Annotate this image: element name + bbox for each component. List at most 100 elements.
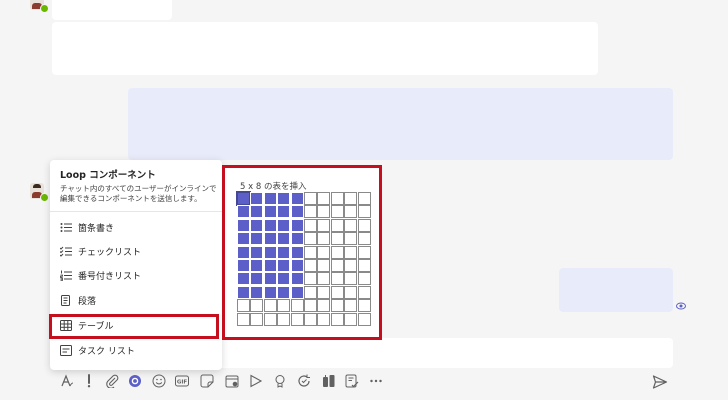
grid-cell[interactable]	[344, 245, 358, 259]
grid-cell[interactable]	[277, 245, 291, 259]
grid-cell[interactable]	[250, 285, 264, 299]
menu-item-paragraph[interactable]: 段落	[50, 288, 222, 313]
approvals-icon[interactable]	[345, 374, 359, 388]
grid-cell[interactable]	[277, 312, 291, 326]
update-icon[interactable]	[297, 374, 311, 388]
grid-cell[interactable]	[357, 232, 371, 246]
grid-cell[interactable]	[290, 272, 304, 286]
emoji-icon[interactable]	[152, 374, 166, 388]
grid-cell[interactable]	[344, 218, 358, 232]
grid-cell[interactable]	[250, 272, 264, 286]
praise-icon[interactable]	[273, 374, 287, 388]
grid-cell[interactable]	[237, 245, 250, 259]
grid-cell[interactable]	[263, 232, 277, 246]
grid-cell[interactable]	[263, 312, 277, 326]
attach-icon[interactable]	[105, 374, 119, 388]
grid-cell[interactable]	[237, 205, 250, 219]
grid-cell[interactable]	[237, 285, 250, 299]
grid-cell[interactable]	[277, 272, 291, 286]
grid-cell[interactable]	[304, 285, 317, 299]
grid-cell[interactable]	[344, 259, 358, 272]
menu-item-checklist[interactable]: チェックリスト	[50, 239, 222, 264]
grid-cell[interactable]	[344, 285, 358, 299]
grid-cell[interactable]	[290, 285, 304, 299]
grid-cell[interactable]	[237, 232, 250, 246]
grid-cell[interactable]	[304, 232, 317, 246]
grid-cell[interactable]	[277, 299, 291, 313]
grid-cell[interactable]	[237, 312, 250, 326]
send-icon[interactable]	[652, 374, 668, 390]
grid-cell[interactable]	[330, 205, 344, 219]
grid-cell[interactable]	[344, 205, 358, 219]
grid-cell[interactable]	[237, 218, 250, 232]
grid-cell[interactable]	[290, 218, 304, 232]
grid-cell[interactable]	[357, 285, 371, 299]
grid-cell[interactable]	[330, 285, 344, 299]
grid-cell[interactable]	[357, 245, 371, 259]
grid-cell[interactable]	[357, 218, 371, 232]
grid-cell[interactable]	[277, 192, 291, 205]
grid-cell[interactable]	[344, 299, 358, 313]
stream-icon[interactable]	[249, 374, 263, 388]
grid-cell[interactable]	[250, 218, 264, 232]
grid-cell[interactable]	[263, 192, 277, 205]
grid-cell[interactable]	[237, 272, 250, 286]
grid-cell[interactable]	[330, 259, 344, 272]
grid-cell[interactable]	[317, 299, 331, 313]
grid-cell[interactable]	[250, 312, 264, 326]
sticker-icon[interactable]	[200, 374, 214, 388]
format-icon[interactable]	[60, 374, 74, 388]
grid-cell[interactable]	[344, 232, 358, 246]
grid-cell[interactable]	[290, 245, 304, 259]
grid-cell[interactable]	[304, 218, 317, 232]
grid-cell[interactable]	[357, 312, 371, 326]
grid-cell[interactable]	[250, 205, 264, 219]
grid-cell[interactable]	[277, 259, 291, 272]
schedule-meeting-icon[interactable]	[225, 374, 239, 388]
menu-item-task-list[interactable]: タスク リスト	[50, 338, 222, 363]
grid-cell[interactable]	[250, 232, 264, 246]
grid-cell[interactable]	[317, 232, 331, 246]
grid-cell[interactable]	[263, 299, 277, 313]
grid-cell[interactable]	[250, 259, 264, 272]
grid-cell[interactable]	[317, 312, 331, 326]
grid-cell[interactable]	[237, 299, 250, 313]
grid-cell[interactable]	[277, 285, 291, 299]
grid-cell[interactable]	[330, 299, 344, 313]
grid-cell[interactable]	[290, 205, 304, 219]
grid-cell[interactable]	[304, 245, 317, 259]
grid-cell[interactable]	[317, 259, 331, 272]
grid-cell[interactable]	[277, 232, 291, 246]
grid-cell[interactable]	[317, 285, 331, 299]
grid-cell[interactable]	[290, 192, 304, 205]
grid-cell[interactable]	[250, 192, 264, 205]
priority-icon[interactable]	[82, 374, 96, 388]
gif-icon[interactable]: GIF	[175, 374, 189, 388]
grid-cell[interactable]	[317, 218, 331, 232]
grid-cell[interactable]	[357, 299, 371, 313]
grid-cell[interactable]	[250, 299, 264, 313]
grid-cell[interactable]	[290, 312, 304, 326]
grid-cell[interactable]	[263, 272, 277, 286]
grid-cell[interactable]	[304, 272, 317, 286]
grid-cell[interactable]	[357, 192, 371, 205]
menu-item-bulleted-list[interactable]: 箇条書き	[50, 215, 222, 240]
grid-cell[interactable]	[290, 259, 304, 272]
grid-cell[interactable]	[304, 192, 317, 205]
grid-cell[interactable]	[277, 218, 291, 232]
grid-cell[interactable]	[344, 272, 358, 286]
apps-icon[interactable]	[322, 374, 336, 388]
grid-cell[interactable]	[263, 245, 277, 259]
grid-cell[interactable]	[317, 245, 331, 259]
grid-cell[interactable]	[330, 232, 344, 246]
grid-cell[interactable]	[317, 272, 331, 286]
menu-item-numbered-list[interactable]: 番号付きリスト	[50, 263, 222, 288]
grid-cell[interactable]	[330, 218, 344, 232]
grid-cell[interactable]	[304, 312, 317, 326]
grid-cell[interactable]	[304, 259, 317, 272]
grid-cell[interactable]	[263, 259, 277, 272]
grid-cell[interactable]	[304, 205, 317, 219]
grid-cell[interactable]	[330, 245, 344, 259]
grid-cell[interactable]	[317, 205, 331, 219]
grid-cell[interactable]	[344, 192, 358, 205]
